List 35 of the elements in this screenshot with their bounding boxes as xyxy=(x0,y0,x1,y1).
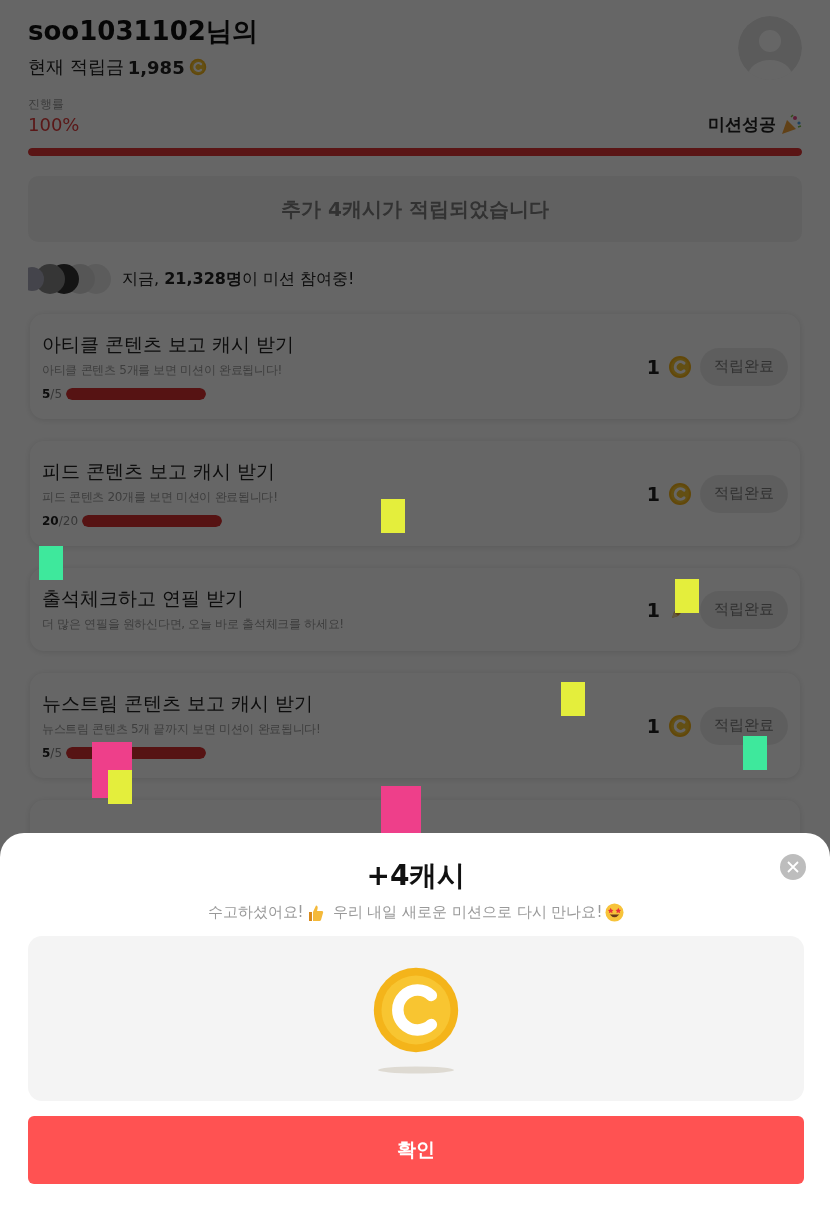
progress-percent: 100% xyxy=(28,114,80,135)
balance-amount: 1,985 xyxy=(127,56,185,78)
reward-amount: 1 xyxy=(646,482,660,505)
reward-amount: 1 xyxy=(646,355,660,378)
mission-title: 아티클 콘텐츠 보고 캐시 받기 xyxy=(42,332,295,357)
confetti-piece xyxy=(381,499,405,533)
confetti-piece xyxy=(381,786,421,833)
popup-title: +4캐시 xyxy=(366,858,466,894)
confetti-piece xyxy=(675,579,699,613)
confetti-piece xyxy=(39,546,63,580)
participant-avatars-icon xyxy=(28,262,112,296)
coin-icon xyxy=(668,713,692,738)
coin-shadow-icon xyxy=(378,1065,454,1074)
popup-message: 우리 내일 새로운 미션으로 다시 만나요! xyxy=(332,903,603,922)
mission-title: 뉴스트림 콘텐츠 보고 캐시 받기 xyxy=(42,691,314,716)
reward-amount: 1 xyxy=(646,598,660,621)
mission-title: 출석체크하고 연필 받기 xyxy=(42,586,245,611)
coin-icon xyxy=(668,481,692,506)
confirm-button[interactable]: 확인 xyxy=(28,1116,804,1184)
star-eyes-emoji-icon xyxy=(605,903,625,922)
coin-icon xyxy=(668,354,692,379)
close-button[interactable] xyxy=(780,854,806,880)
party-popper-icon xyxy=(780,113,802,136)
close-icon xyxy=(787,861,799,873)
popup-message: 수고하셨어요! xyxy=(207,903,304,922)
thumbs-up-icon xyxy=(306,903,324,922)
mission-title: 피드 콘텐츠 보고 캐시 받기 xyxy=(42,459,276,484)
username: soo1031102님의 xyxy=(28,15,258,48)
mission-status: 미션성공 xyxy=(708,113,776,136)
reward-amount: 1 xyxy=(646,714,660,737)
balance-label: 현재 적립금 xyxy=(28,55,124,79)
participants-text: 지금, 21,328명이 미션 참여중! xyxy=(122,268,355,290)
confetti-piece xyxy=(561,682,585,716)
confetti-piece xyxy=(743,736,767,770)
coin-icon xyxy=(188,58,207,76)
